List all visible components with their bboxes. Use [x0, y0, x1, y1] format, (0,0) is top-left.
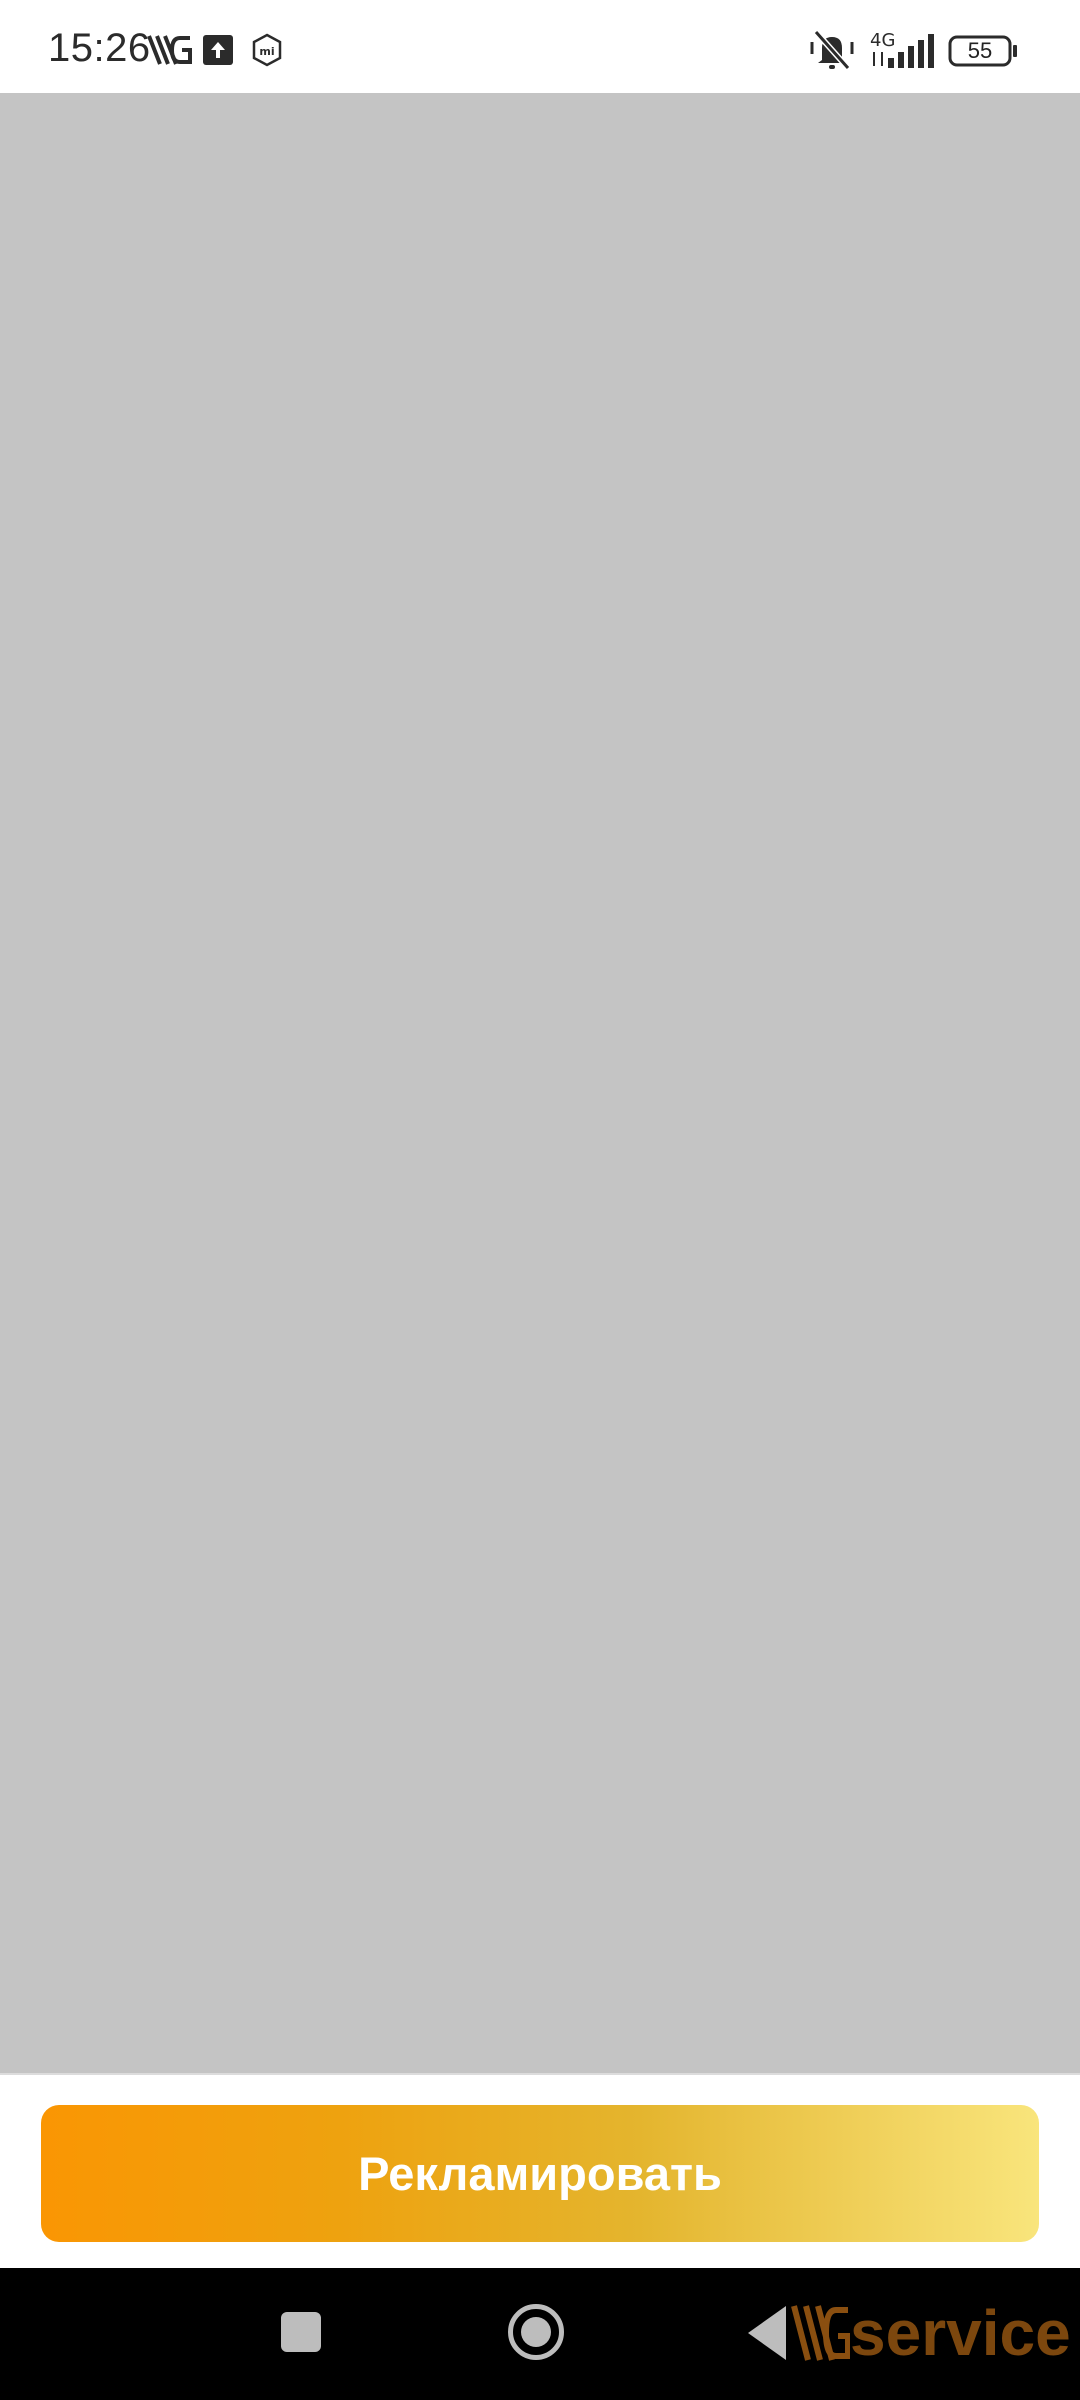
bell-muted-icon [808, 28, 856, 72]
advertise-button-label: Рекламировать [358, 2147, 722, 2200]
watermark-logo: service [790, 2288, 1071, 2378]
battery-level: 55 [967, 38, 993, 63]
content-area [0, 93, 1080, 2073]
nav-bar: service [0, 2268, 1080, 2400]
svg-text:mi: mi [259, 45, 274, 58]
status-bar: 15:26 mi 4G 55 [0, 0, 1080, 93]
upload-icon [203, 35, 233, 65]
bottom-panel: Рекламировать [0, 2073, 1080, 2268]
watermark-text: service [850, 2297, 1071, 2369]
watermark-logo-icon [791, 2305, 850, 2361]
screen: 15:26 mi 4G 55 Рекламировать service [0, 0, 1080, 2400]
advertise-button[interactable]: Рекламировать [41, 2105, 1039, 2242]
battery-icon: 55 [948, 35, 1020, 67]
mi-icon: mi [250, 33, 284, 67]
home-icon[interactable] [508, 2304, 564, 2360]
recent-apps-icon[interactable] [281, 2312, 321, 2352]
back-icon[interactable] [748, 2306, 786, 2360]
signal-icon [888, 34, 936, 68]
status-time: 15:26 [48, 26, 151, 70]
vk-logo-icon [146, 32, 192, 68]
